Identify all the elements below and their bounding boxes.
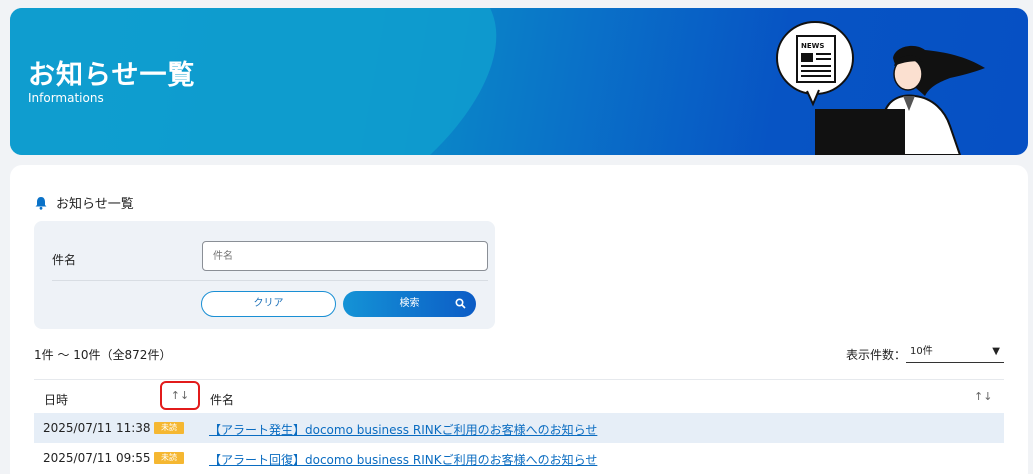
clear-button[interactable]: クリア [201, 291, 336, 317]
search-button-label: 検索 [399, 298, 420, 309]
result-count: 1件 ～ 10件（全872件） [34, 348, 172, 362]
per-page-label: 表示件数： [846, 348, 907, 362]
news-illustration: NEWS [776, 21, 985, 155]
divider [52, 280, 488, 281]
subject-search-input[interactable] [202, 241, 488, 271]
content-card: お知らせ一覧 件名 クリア 検索 1件 ～ 10件（全872件） 表示件数： 1… [10, 165, 1028, 474]
section-title: お知らせ一覧 [56, 197, 134, 212]
subject-label: 件名 [52, 253, 77, 267]
row-date: 2025/07/11 09:55 [43, 451, 151, 465]
notice-link[interactable]: 【アラート回復】docomo business RINKご利用のお客様へのお知ら… [209, 451, 597, 468]
search-icon [455, 298, 466, 309]
table-header: 日時 ↑↓ 件名 ↑↓ [34, 379, 1004, 415]
subject-column-header: 件名 [210, 393, 235, 407]
date-sort-toggle[interactable]: ↑↓ [160, 381, 200, 410]
search-button[interactable]: 検索 [343, 291, 476, 317]
bell-icon [35, 196, 47, 210]
per-page-value: 10件 [910, 346, 933, 357]
unread-badge: 未読 [154, 422, 184, 434]
table-row: 2025/07/11 11:38 未読 【アラート発生】docomo busin… [34, 413, 1004, 443]
section-heading: お知らせ一覧 [34, 193, 134, 212]
caret-down-icon: ▼ [992, 346, 1000, 357]
per-page-select[interactable]: 10件 ▼ [906, 342, 1004, 363]
unread-badge: 未読 [154, 452, 184, 464]
page-subtitle: Informations [28, 91, 104, 105]
table-row: 2025/07/11 09:55 未読 【アラート回復】docomo busin… [34, 443, 1004, 473]
page-title: お知らせ一覧 [28, 60, 196, 91]
notice-link[interactable]: 【アラート発生】docomo business RINKご利用のお客様へのお知ら… [209, 421, 597, 438]
subject-sort-toggle[interactable]: ↑↓ [974, 390, 992, 403]
search-panel: 件名 クリア 検索 [34, 221, 495, 329]
date-column-header: 日時 [44, 393, 69, 407]
row-date: 2025/07/11 11:38 [43, 421, 151, 435]
news-text: NEWS [801, 42, 824, 50]
hero-banner: お知らせ一覧 Informations NEWS [10, 8, 1028, 155]
